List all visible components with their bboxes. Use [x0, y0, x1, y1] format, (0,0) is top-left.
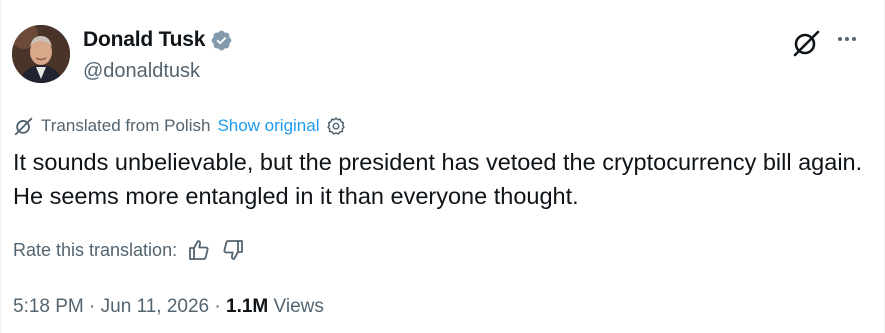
rate-translation-label: Rate this translation:	[13, 239, 178, 260]
views-count: 1.1M	[226, 296, 269, 317]
avatar[interactable]	[12, 25, 70, 83]
gear-icon[interactable]	[326, 116, 346, 136]
translation-row: Translated from Polish Show original	[13, 115, 346, 137]
grok-icon[interactable]	[791, 28, 821, 58]
tweet-time[interactable]: 5:18 PM	[13, 296, 84, 317]
thumbs-down-icon[interactable]	[221, 238, 245, 262]
author-name[interactable]: Donald Tusk	[83, 28, 205, 52]
more-icon	[838, 37, 856, 41]
meta-separator: ·	[214, 296, 221, 317]
author-name-row: Donald Tusk	[83, 28, 233, 52]
translate-icon	[14, 117, 33, 136]
tweet-text: It sounds unbelievable, but the presiden…	[13, 149, 863, 209]
avatar-image	[12, 25, 70, 83]
author-handle[interactable]: @donaldtusk	[83, 60, 200, 83]
tweet-date[interactable]: Jun 11, 2026	[101, 296, 209, 317]
meta-separator: ·	[89, 296, 96, 317]
tweet-meta: 5:18 PM · Jun 11, 2026 · 1.1M Views	[13, 296, 324, 318]
thumbs-up-icon[interactable]	[187, 238, 211, 262]
rate-translation-row: Rate this translation:	[13, 238, 245, 262]
views-label: Views	[273, 296, 324, 317]
verified-badge-icon[interactable]	[210, 29, 233, 52]
show-original-link[interactable]: Show original	[217, 116, 319, 136]
translated-from-label: Translated from Polish	[41, 116, 211, 135]
more-options-button[interactable]	[833, 25, 861, 55]
tweet-card: Donald Tusk @donaldtusk Translated from …	[0, 0, 885, 333]
